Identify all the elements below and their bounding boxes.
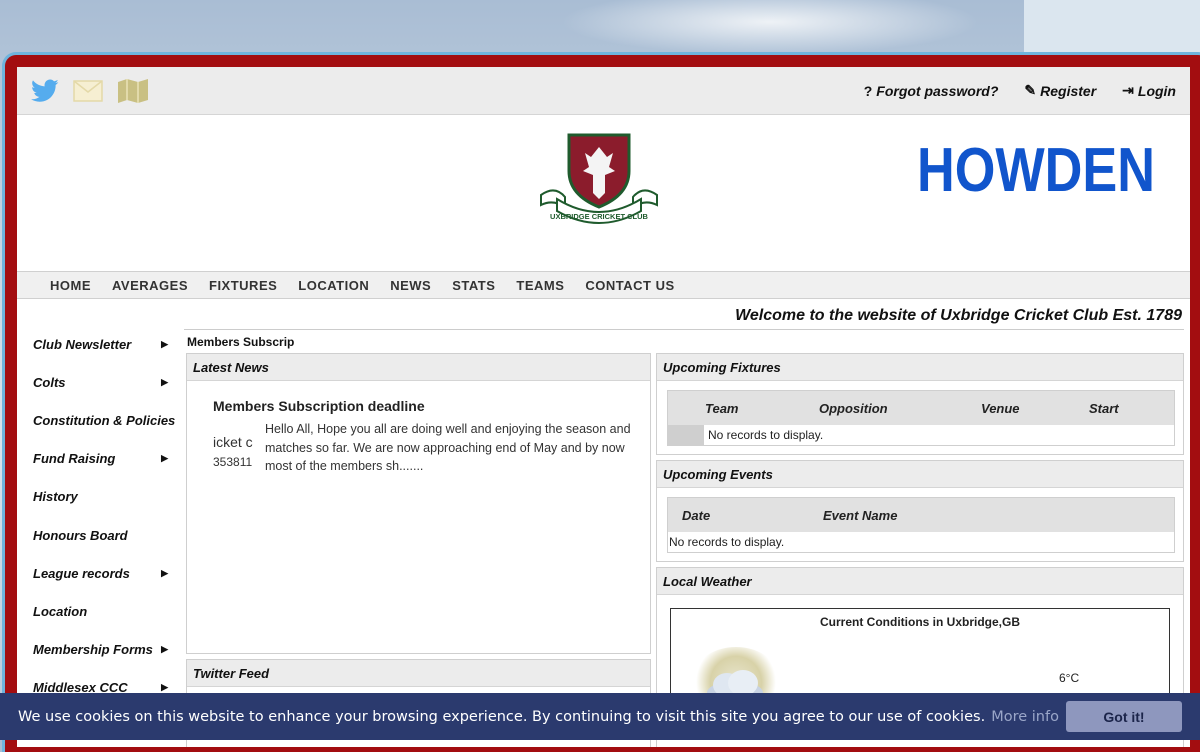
nav-averages[interactable]: AVERAGES xyxy=(112,278,188,293)
got-it-button[interactable]: Got it! xyxy=(1066,701,1182,732)
sky-cloud xyxy=(560,0,980,55)
latest-news-heading: Latest News xyxy=(187,354,650,381)
events-table: Date Event Name No records to display. xyxy=(667,497,1175,553)
caret-right-icon: ▶ xyxy=(161,376,168,387)
cookie-banner: We use cookies on this website to enhanc… xyxy=(0,693,1200,740)
nav-stats[interactable]: STATS xyxy=(452,278,495,293)
nav-location[interactable]: LOCATION xyxy=(298,278,369,293)
news-ticker[interactable]: Members Subscrip xyxy=(187,335,294,349)
news-thumbnail[interactable]: icket c 353811 xyxy=(213,432,257,468)
fixtures-table: Team Opposition Venue Start No records t… xyxy=(667,390,1175,446)
column-header[interactable]: Venue xyxy=(980,391,1088,425)
sidebar-item-club-newsletter[interactable]: Club Newsletter ▶ xyxy=(17,325,182,363)
twitter-feed-heading: Twitter Feed xyxy=(187,660,650,687)
svg-text:UXBRIDGE CRICKET CLUB: UXBRIDGE CRICKET CLUB xyxy=(550,212,649,221)
latest-news-panel: Latest News Members Subscription deadlin… xyxy=(186,353,651,654)
account-links: ? Forgot password? ✎ Register ⇥ Login xyxy=(864,82,1176,99)
login-link[interactable]: ⇥ Login xyxy=(1122,82,1176,99)
nav-home[interactable]: HOME xyxy=(50,278,91,293)
cookie-message: We use cookies on this website to enhanc… xyxy=(18,708,986,725)
weather-title: Current Conditions in Uxbridge,GB xyxy=(820,615,1020,629)
social-links xyxy=(31,78,149,103)
mail-icon[interactable] xyxy=(73,79,103,102)
pencil-icon: ✎ xyxy=(1024,82,1037,98)
register-link[interactable]: ✎ Register xyxy=(1024,82,1096,99)
question-icon: ? xyxy=(863,82,873,99)
column-header[interactable]: Opposition xyxy=(818,391,980,425)
welcome-banner: Welcome to the website of Uxbridge Crick… xyxy=(184,304,1184,330)
sidebar-item-colts[interactable]: Colts ▶ xyxy=(17,363,182,401)
nav-teams[interactable]: TEAMS xyxy=(516,278,564,293)
caret-right-icon: ▶ xyxy=(161,644,168,655)
empty-message: No records to display. xyxy=(669,535,785,549)
more-info-link[interactable]: More info xyxy=(991,709,1059,725)
sidebar-item-honours-board[interactable]: Honours Board xyxy=(17,516,182,554)
column-header[interactable]: Start xyxy=(1088,391,1174,425)
caret-right-icon: ▶ xyxy=(161,338,168,349)
upcoming-events-heading: Upcoming Events xyxy=(657,461,1183,488)
sidebar-item-location[interactable]: Location xyxy=(17,592,182,630)
svg-text:HOWDEN: HOWDEN xyxy=(917,141,1155,197)
weather-temperature: 6°C xyxy=(1059,671,1080,685)
page: ? Forgot password? ✎ Register ⇥ Login UX… xyxy=(17,67,1190,747)
sidebar-item-constitution-policies[interactable]: Constitution & Policies xyxy=(17,401,182,439)
sky-cloud xyxy=(1024,0,1200,55)
column-header[interactable]: Date xyxy=(668,498,822,532)
forgot-password-link[interactable]: ? Forgot password? xyxy=(864,83,999,99)
sidebar-item-history[interactable]: History xyxy=(17,478,182,516)
upcoming-events-panel: Upcoming Events Date Event Name No recor… xyxy=(656,460,1184,562)
sidebar-menu: Club Newsletter ▶ Colts ▶ Constitution & P… xyxy=(17,325,182,707)
empty-message: No records to display. xyxy=(708,428,824,442)
upcoming-fixtures-panel: Upcoming Fixtures Team Opposition Venue … xyxy=(656,353,1184,455)
local-weather-heading: Local Weather xyxy=(657,568,1183,595)
sign-in-icon: ⇥ xyxy=(1122,82,1134,98)
nav-news[interactable]: NEWS xyxy=(390,278,431,293)
club-crest-logo[interactable]: UXBRIDGE CRICKET CLUB xyxy=(537,133,661,234)
twitter-icon[interactable] xyxy=(31,78,59,103)
news-excerpt: Hello All, Hope you all are doing well a… xyxy=(265,422,631,473)
caret-right-icon: ▶ xyxy=(161,567,168,578)
sidebar-item-fund-raising[interactable]: Fund Raising ▶ xyxy=(17,440,182,478)
nav-fixtures[interactable]: FIXTURES xyxy=(209,278,277,293)
sidebar-item-league-records[interactable]: League records ▶ xyxy=(17,554,182,592)
map-icon[interactable] xyxy=(117,78,149,103)
welcome-text: Welcome to the website of Uxbridge Crick… xyxy=(735,307,1182,324)
column-header[interactable]: Event Name xyxy=(822,498,1174,532)
news-title[interactable]: Members Subscription deadline xyxy=(213,398,425,414)
site-header: UXBRIDGE CRICKET CLUB HOWDEN xyxy=(17,115,1190,271)
main-nav: HOME AVERAGES FIXTURES LOCATION NEWS STA… xyxy=(17,271,1190,299)
top-bar: ? Forgot password? ✎ Register ⇥ Login xyxy=(17,67,1190,115)
caret-right-icon: ▶ xyxy=(161,453,168,464)
column-header[interactable]: Team xyxy=(704,391,818,425)
caret-right-icon: ▶ xyxy=(161,682,168,693)
sidebar-item-membership-forms[interactable]: Membership Forms ▶ xyxy=(17,631,182,669)
nav-contact-us[interactable]: CONTACT US xyxy=(585,278,674,293)
sponsor-logo[interactable]: HOWDEN xyxy=(917,136,1157,205)
upcoming-fixtures-heading: Upcoming Fixtures xyxy=(657,354,1183,381)
